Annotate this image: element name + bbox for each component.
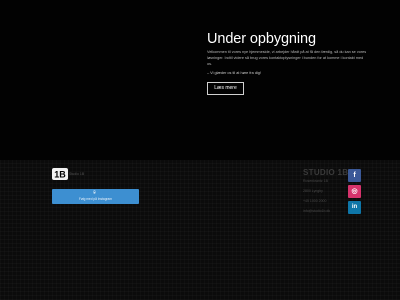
- instagram-icon: ⌾: [93, 190, 97, 196]
- hero-section: [0, 0, 400, 160]
- follow-instagram-button[interactable]: ⌾ Følg med på Instagram: [52, 189, 139, 204]
- read-more-button[interactable]: Læs mere: [207, 82, 244, 95]
- address-line: Rosenkrantz 1B: [303, 179, 328, 183]
- email-link[interactable]: info@studio1b.dk: [303, 209, 330, 213]
- follow-instagram-label: Følg med på Instagram: [79, 197, 112, 201]
- hero-signoff: – Vi glæder os til at høre fra dig!: [207, 71, 261, 75]
- hero-content: Under opbygning Velkommen til vores nye …: [207, 31, 367, 76]
- logo-caption: Studio 1B: [69, 172, 85, 176]
- hero-description: Velkommen til vores nye hjemmeside, vi a…: [207, 50, 367, 66]
- logo-text: 1B: [54, 170, 66, 180]
- phone-link[interactable]: +45 1000 2000: [303, 199, 326, 203]
- linkedin-icon[interactable]: in: [348, 201, 361, 214]
- city-line: 2800 Lyngby: [303, 189, 323, 193]
- studio-name: STUDIO 1B: [303, 168, 349, 177]
- studio-logo[interactable]: 1B: [52, 168, 68, 180]
- page-title: Under opbygning: [207, 31, 316, 47]
- instagram-icon[interactable]: ◎: [348, 185, 361, 198]
- footer: [0, 160, 400, 300]
- facebook-icon[interactable]: f: [348, 169, 361, 182]
